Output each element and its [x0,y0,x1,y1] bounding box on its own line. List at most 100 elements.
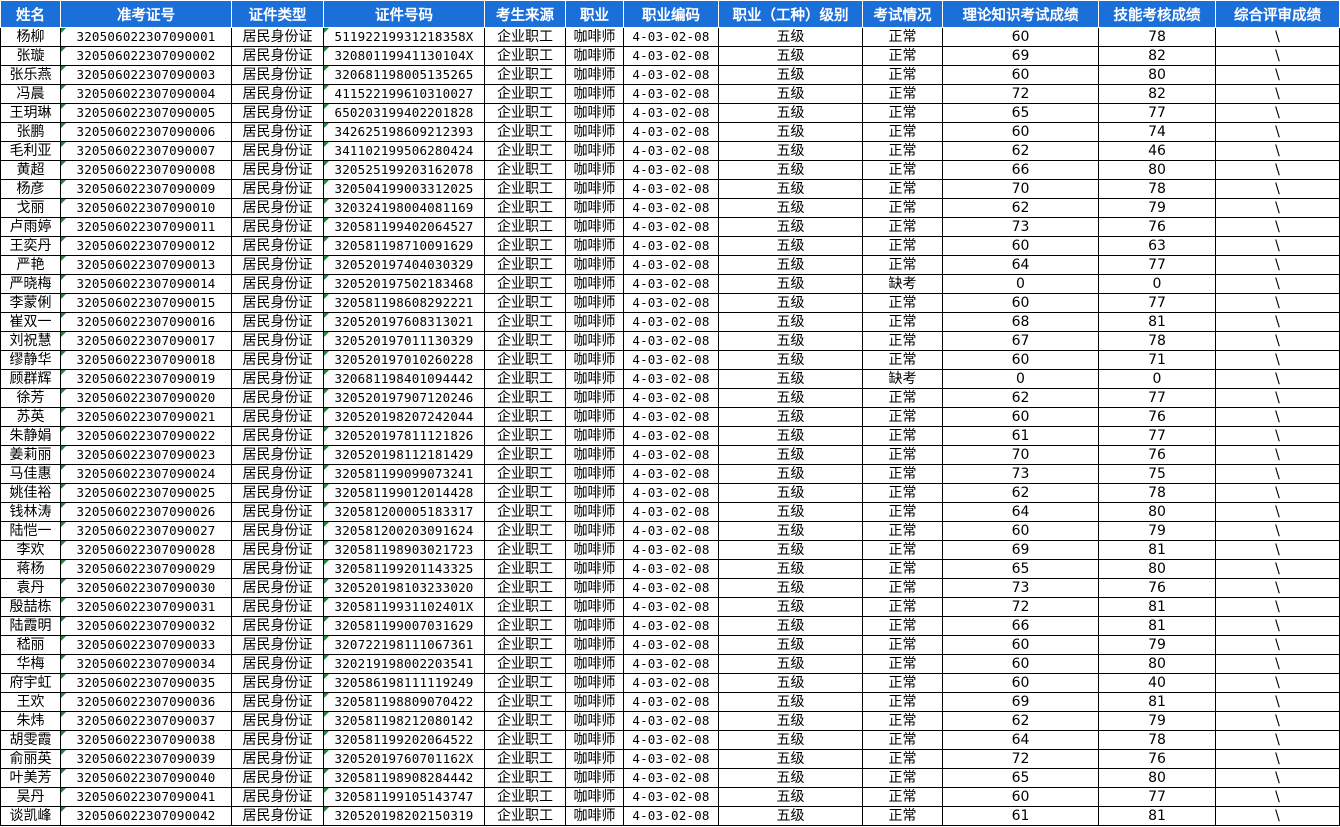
cell-skill-score[interactable]: 75 [1098,464,1216,484]
cell-id-number[interactable]: 320525199203162078 [323,160,485,180]
cell-level[interactable]: 五级 [718,369,863,389]
cell-source[interactable]: 企业职工 [484,236,566,256]
cell-name[interactable]: 朱静娟 [0,426,61,446]
cell-level[interactable]: 五级 [718,635,863,655]
cell-occupation-code[interactable]: 4-03-02-08 [623,407,719,427]
cell-id-type[interactable]: 居民身份证 [231,673,324,693]
cell-id-type[interactable]: 居民身份证 [231,692,324,712]
cell-skill-score[interactable]: 78 [1098,27,1216,47]
table-row[interactable]: 李蒙俐 320506022307090015 居民身份证 32058119860829… [0,293,1340,313]
cell-source[interactable]: 企业职工 [484,540,566,560]
cell-skill-score[interactable]: 80 [1098,65,1216,85]
cell-exam-id[interactable]: 320506022307090009 [60,179,232,199]
cell-exam-id[interactable]: 320506022307090018 [60,350,232,370]
header-theory-score[interactable]: 理论知识考试成绩 [942,0,1099,28]
cell-occupation-code[interactable]: 4-03-02-08 [623,350,719,370]
cell-id-number[interactable]: 320581199202064522 [323,730,485,750]
cell-theory-score[interactable]: 66 [942,616,1099,636]
table-row[interactable]: 冯晨 320506022307090004 居民身份证 411522199610310… [0,84,1340,104]
table-row[interactable]: 殷喆栋 320506022307090031 居民身份证 32058119931102… [0,597,1340,617]
cell-exam-status[interactable]: 正常 [862,692,943,712]
cell-name[interactable]: 杨彦 [0,179,61,199]
cell-exam-status[interactable]: 正常 [862,84,943,104]
cell-skill-score[interactable]: 81 [1098,806,1216,826]
cell-name[interactable]: 冯晨 [0,84,61,104]
cell-theory-score[interactable]: 65 [942,103,1099,123]
cell-id-type[interactable]: 居民身份证 [231,141,324,161]
cell-occupation[interactable]: 咖啡师 [565,806,624,826]
cell-id-type[interactable]: 居民身份证 [231,236,324,256]
cell-review-score[interactable]: \ [1215,730,1340,750]
table-row[interactable]: 张鹏 320506022307090006 居民身份证 342625198609212… [0,122,1340,142]
cell-theory-score[interactable]: 73 [942,578,1099,598]
cell-exam-id[interactable]: 320506022307090028 [60,540,232,560]
cell-skill-score[interactable]: 46 [1098,141,1216,161]
cell-skill-score[interactable]: 74 [1098,122,1216,142]
cell-source[interactable]: 企业职工 [484,787,566,807]
table-row[interactable]: 朱静娟 320506022307090022 居民身份证 32052019781112… [0,426,1340,446]
cell-name[interactable]: 苏英 [0,407,61,427]
cell-name[interactable]: 胡雯霞 [0,730,61,750]
header-source[interactable]: 考生来源 [484,0,566,28]
cell-review-score[interactable]: \ [1215,198,1340,218]
cell-level[interactable]: 五级 [718,749,863,769]
cell-name[interactable]: 朱炜 [0,711,61,731]
cell-theory-score[interactable]: 72 [942,84,1099,104]
cell-source[interactable]: 企业职工 [484,331,566,351]
cell-review-score[interactable]: \ [1215,559,1340,579]
cell-name[interactable]: 俞丽英 [0,749,61,769]
cell-level[interactable]: 五级 [718,27,863,47]
cell-occupation-code[interactable]: 4-03-02-08 [623,217,719,237]
cell-skill-score[interactable]: 76 [1098,749,1216,769]
cell-skill-score[interactable]: 77 [1098,255,1216,275]
cell-occupation-code[interactable]: 4-03-02-08 [623,711,719,731]
cell-source[interactable]: 企业职工 [484,464,566,484]
cell-id-number[interactable]: 320324198004081169 [323,198,485,218]
cell-level[interactable]: 五级 [718,236,863,256]
cell-id-type[interactable]: 居民身份证 [231,578,324,598]
cell-id-type[interactable]: 居民身份证 [231,255,324,275]
cell-exam-id[interactable]: 320506022307090006 [60,122,232,142]
cell-occupation[interactable]: 咖啡师 [565,331,624,351]
cell-skill-score[interactable]: 76 [1098,217,1216,237]
cell-theory-score[interactable]: 70 [942,179,1099,199]
cell-theory-score[interactable]: 60 [942,407,1099,427]
cell-id-type[interactable]: 居民身份证 [231,806,324,826]
cell-id-number[interactable]: 320722198111067361 [323,635,485,655]
cell-source[interactable]: 企业职工 [484,274,566,294]
cell-exam-status[interactable]: 正常 [862,217,943,237]
cell-id-type[interactable]: 居民身份证 [231,293,324,313]
cell-level[interactable]: 五级 [718,559,863,579]
cell-theory-score[interactable]: 60 [942,654,1099,674]
cell-id-number[interactable]: 650203199402201828 [323,103,485,123]
cell-theory-score[interactable]: 60 [942,293,1099,313]
cell-level[interactable]: 五级 [718,711,863,731]
cell-source[interactable]: 企业职工 [484,749,566,769]
cell-name[interactable]: 王欢 [0,692,61,712]
cell-theory-score[interactable]: 65 [942,559,1099,579]
table-row[interactable]: 俞丽英 320506022307090039 居民身份证 32052019760701… [0,749,1340,769]
cell-occupation[interactable]: 咖啡师 [565,521,624,541]
cell-name[interactable]: 府宇虹 [0,673,61,693]
cell-level[interactable]: 五级 [718,198,863,218]
cell-id-type[interactable]: 居民身份证 [231,483,324,503]
cell-review-score[interactable]: \ [1215,806,1340,826]
cell-occupation-code[interactable]: 4-03-02-08 [623,160,719,180]
cell-exam-status[interactable]: 正常 [862,407,943,427]
cell-id-number[interactable]: 341102199506280424 [323,141,485,161]
cell-source[interactable]: 企业职工 [484,160,566,180]
cell-review-score[interactable]: \ [1215,255,1340,275]
cell-exam-status[interactable]: 正常 [862,711,943,731]
cell-name[interactable]: 嵇丽 [0,635,61,655]
header-id-number[interactable]: 证件号码 [323,0,485,28]
cell-id-type[interactable]: 居民身份证 [231,331,324,351]
table-row[interactable]: 钱林涛 320506022307090026 居民身份证 32058120000518… [0,502,1340,522]
cell-occupation-code[interactable]: 4-03-02-08 [623,464,719,484]
table-row[interactable]: 崔双一 320506022307090016 居民身份证 32052019760831… [0,312,1340,332]
cell-exam-id[interactable]: 320506022307090038 [60,730,232,750]
cell-name[interactable]: 毛利亚 [0,141,61,161]
cell-level[interactable]: 五级 [718,502,863,522]
cell-skill-score[interactable]: 80 [1098,768,1216,788]
cell-id-type[interactable]: 居民身份证 [231,654,324,674]
cell-theory-score[interactable]: 70 [942,445,1099,465]
